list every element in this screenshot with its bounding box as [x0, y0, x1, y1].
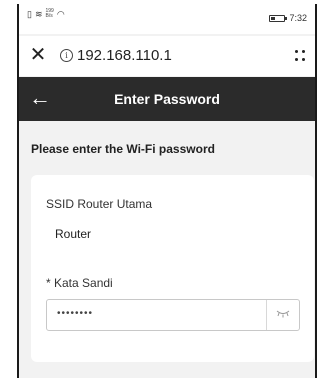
sim-icon: ▯ [27, 9, 32, 19]
password-input[interactable] [57, 308, 257, 319]
close-icon[interactable]: ✕ [27, 44, 49, 66]
status-bar: ▯ ≋ 199 B/s ◠ 7:32 [19, 4, 315, 34]
url-text[interactable]: 192.168.110.1 [77, 47, 172, 64]
ssid-label: SSID Router Utama [46, 197, 153, 211]
menu-dots-icon[interactable] [295, 50, 305, 62]
password-label: * Kata Sandi [46, 276, 113, 290]
network-speed: 199 B/s [46, 9, 54, 19]
battery-level [271, 16, 276, 20]
wifi-icon: ◠ [56, 9, 65, 19]
ssid-value: Router [55, 227, 92, 241]
eye-closed-icon [276, 310, 290, 318]
wifi-card: SSID Router Utama Router * Kata Sandi [31, 175, 314, 362]
password-field[interactable] [46, 299, 300, 331]
toggle-visibility-button[interactable] [266, 300, 299, 330]
password-prompt: Please enter the Wi-Fi password [31, 142, 215, 156]
page-title: Enter Password [114, 91, 220, 107]
info-icon[interactable]: i [60, 49, 73, 62]
network-speed-unit: B/s [45, 13, 53, 19]
phone-screen: ▯ ≋ 199 B/s ◠ 7:32 ✕ i 192.168.110.1 ← E… [17, 4, 317, 378]
browser-toolbar: ✕ i 192.168.110.1 [19, 36, 315, 76]
clock: 7:32 [289, 13, 307, 23]
wifi-signal-icon: ≋ [34, 9, 43, 19]
page-header: ← Enter Password [19, 77, 315, 121]
battery-icon [269, 14, 288, 22]
status-icons: ▯ ≋ 199 B/s ◠ [27, 9, 65, 20]
